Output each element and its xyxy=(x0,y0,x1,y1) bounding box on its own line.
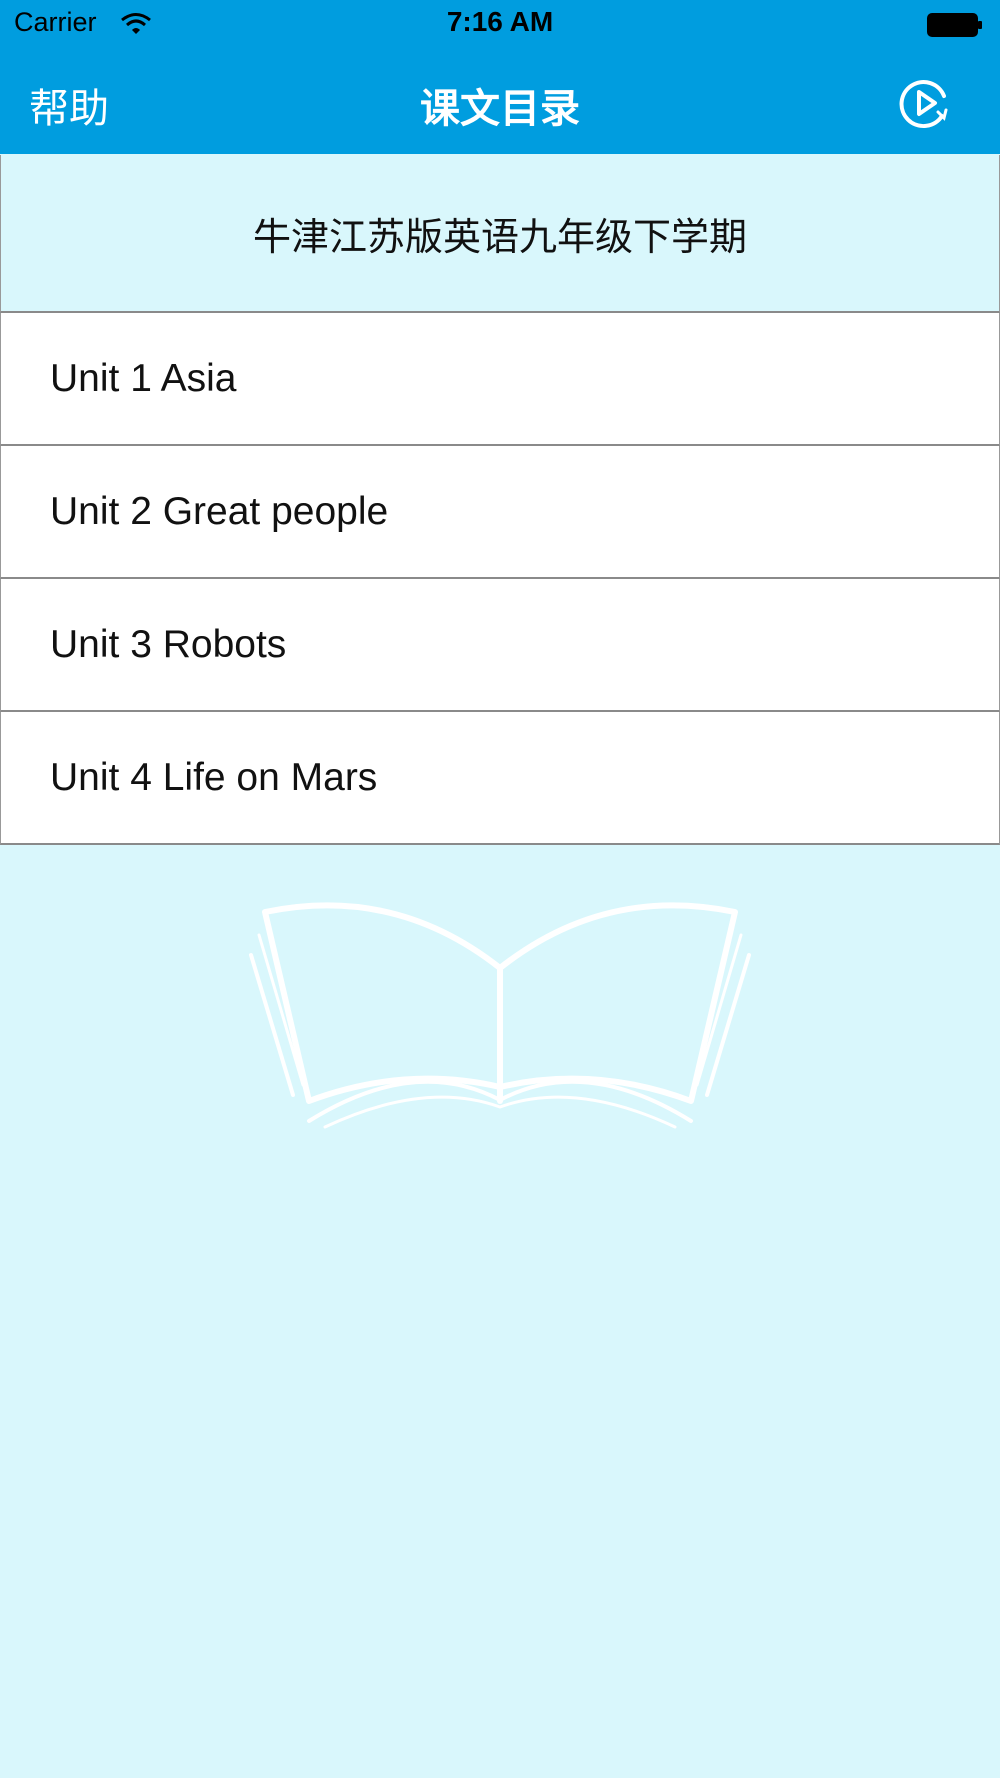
unit-row-1[interactable]: Unit 1 Asia xyxy=(0,313,1000,446)
page-title: 课文目录 xyxy=(420,86,580,132)
unit-row-4[interactable]: Unit 4 Life on Mars xyxy=(0,712,1000,845)
book-title: 牛津江苏版英语九年级下学期 xyxy=(0,155,1000,313)
play-circle-icon[interactable] xyxy=(898,76,952,130)
battery-icon xyxy=(927,13,982,37)
navigation-bar: 帮助 课文目录 xyxy=(0,50,1000,154)
status-bar: Carrier 7:16 AM xyxy=(0,0,1000,50)
open-book-icon xyxy=(249,902,751,1129)
lesson-list: 牛津江苏版英语九年级下学期 Unit 1 Asia Unit 2 Great p… xyxy=(0,155,1000,845)
unit-row-3[interactable]: Unit 3 Robots xyxy=(0,579,1000,712)
unit-row-2[interactable]: Unit 2 Great people xyxy=(0,446,1000,579)
status-time: 7:16 AM xyxy=(446,6,554,37)
